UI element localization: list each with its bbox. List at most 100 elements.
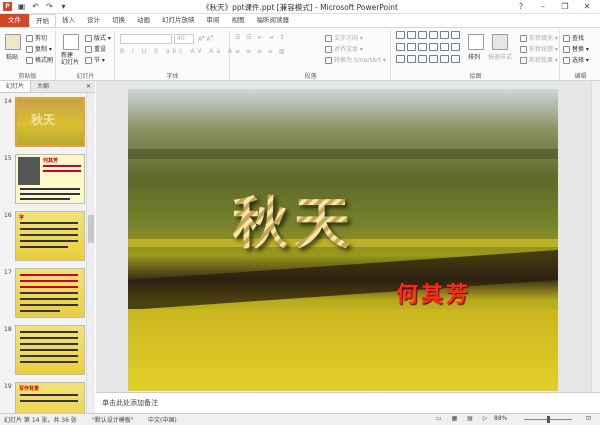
cut-button[interactable]: 剪切 bbox=[26, 33, 47, 42]
arrange-icon[interactable] bbox=[468, 34, 484, 50]
outline-icon bbox=[520, 46, 527, 53]
search-icon bbox=[563, 35, 570, 42]
tab-home[interactable]: 开始 bbox=[29, 14, 56, 27]
tab-design[interactable]: 设计 bbox=[81, 14, 106, 27]
tab-animations[interactable]: 动画 bbox=[131, 14, 156, 27]
slide-thumbnail-list: 14 秋天 15 何其芳 16 字 17 18 19 写作背景 bbox=[0, 93, 86, 413]
shapes-gallery[interactable] bbox=[396, 31, 462, 65]
shape-effects-button[interactable]: 形状效果 ▾ bbox=[520, 55, 558, 64]
tab-foxit-reader[interactable]: 福昕阅读器 bbox=[251, 14, 296, 27]
zoom-slider-thumb[interactable] bbox=[547, 416, 550, 423]
slide-counter: 幻灯片 第 14 张，共 36 张 bbox=[4, 417, 77, 424]
text-direction-icon bbox=[325, 35, 332, 42]
editor-scrollbar[interactable] bbox=[591, 81, 600, 392]
strikethrough-button[interactable]: abc bbox=[166, 48, 186, 55]
shadow-button[interactable]: S bbox=[154, 48, 161, 55]
panel-scrollbar[interactable] bbox=[86, 93, 95, 413]
paragraph-group: ☰ ☰ ⇤ ⇥ ↕ ≡ ≡ ≡ ≡ ▥ 文字方向 ▾ 对齐文本 ▾ 转换为 Sm… bbox=[231, 30, 391, 80]
slides-label: 幻灯片 bbox=[76, 73, 95, 80]
case-button[interactable]: Aa bbox=[209, 48, 223, 55]
editing-label: 编辑 bbox=[574, 73, 587, 80]
new-slide-button[interactable]: 新建 幻灯片 bbox=[61, 52, 79, 66]
select-button[interactable]: 选择 ▾ bbox=[563, 55, 589, 64]
font-name-input[interactable] bbox=[120, 34, 172, 44]
paragraph-label: 段落 bbox=[304, 73, 317, 80]
layout-button[interactable]: 版式 ▾ bbox=[85, 33, 111, 42]
tab-slideshow[interactable]: 幻灯片放映 bbox=[156, 14, 201, 27]
new-slide-icon[interactable] bbox=[63, 34, 79, 50]
help-button[interactable]: ? bbox=[510, 0, 532, 13]
status-bar: 幻灯片 第 14 张，共 36 张 "默认设计模板" 中文(中国) ▭ ▦ ▤ … bbox=[0, 413, 600, 425]
close-button[interactable]: ✕ bbox=[576, 0, 598, 13]
slide-author[interactable]: 何其芳 bbox=[396, 277, 471, 309]
grow-font-button[interactable]: A▴ A▾ bbox=[198, 34, 213, 43]
text-direction-button[interactable]: 文字方向 ▾ bbox=[325, 33, 363, 42]
slides-group: 新建 幻灯片 版式 ▾ 重设 节 ▾ 幻灯片 bbox=[57, 30, 115, 80]
paste-button[interactable]: 粘贴 bbox=[6, 52, 18, 61]
arrange-button[interactable]: 排列 bbox=[468, 52, 480, 61]
tab-outline[interactable]: 大纲 bbox=[31, 81, 55, 92]
copy-button[interactable]: 复制 ▾ bbox=[26, 44, 52, 53]
tab-insert[interactable]: 插入 bbox=[56, 14, 81, 27]
panel-tabs: 幻灯片 大纲 ✕ bbox=[0, 81, 95, 93]
zoom-slider[interactable] bbox=[524, 416, 572, 423]
tab-transitions[interactable]: 切换 bbox=[106, 14, 131, 27]
select-icon bbox=[563, 57, 570, 64]
font-format-buttons[interactable]: B I U S abc AV Aa A bbox=[120, 48, 235, 55]
editing-group: 查找 替换 ▾ 选择 ▾ 编辑 bbox=[561, 30, 600, 80]
scrollbar-thumb[interactable] bbox=[88, 215, 94, 243]
align-text-button[interactable]: 对齐文本 ▾ bbox=[325, 44, 363, 53]
clipboard-group: 粘贴 剪切 复制 ▾ 格式刷 剪贴板 bbox=[0, 30, 56, 80]
language-status[interactable]: 中文(中国) bbox=[148, 415, 177, 424]
reset-button[interactable]: 重设 bbox=[85, 44, 106, 53]
paste-icon[interactable] bbox=[5, 34, 21, 50]
italic-button[interactable]: I bbox=[132, 48, 137, 55]
close-panel-icon[interactable]: ✕ bbox=[86, 81, 91, 93]
align-buttons[interactable]: ≡ ≡ ≡ ≡ ▥ bbox=[235, 48, 286, 55]
format-painter-button[interactable]: 格式刷 bbox=[26, 55, 53, 64]
tab-view[interactable]: 视图 bbox=[226, 14, 251, 27]
tab-file[interactable]: 文件 bbox=[0, 14, 29, 27]
notes-pane[interactable]: 单击此处添加备注 bbox=[96, 392, 600, 413]
align-text-icon bbox=[325, 46, 332, 53]
section-button[interactable]: 节 ▾ bbox=[85, 55, 105, 64]
shape-outline-button[interactable]: 形状轮廓 ▾ bbox=[520, 44, 558, 53]
font-size-input[interactable]: 40 bbox=[174, 34, 194, 44]
thumb-title: 秋天 bbox=[31, 113, 56, 127]
bold-button[interactable]: B bbox=[120, 48, 127, 55]
slide-title[interactable]: 秋天 bbox=[232, 179, 356, 260]
minimize-button[interactable]: – bbox=[532, 0, 554, 13]
font-group: 40 A▴ A▾ B I U S abc AV Aa A 字体 bbox=[116, 30, 232, 80]
zoom-level[interactable]: 88% bbox=[494, 415, 507, 422]
maximize-button[interactable]: ❐ bbox=[554, 0, 576, 13]
fit-slide-icon[interactable]: ⊡ bbox=[586, 415, 591, 422]
effects-icon bbox=[520, 57, 527, 64]
brush-icon bbox=[26, 57, 33, 64]
list-buttons[interactable]: ☰ ☰ ⇤ ⇥ ↕ bbox=[235, 34, 286, 41]
ribbon-tabs: 文件 开始 插入 设计 切换 动画 幻灯片放映 审阅 视图 福昕阅读器 bbox=[0, 14, 600, 27]
drawing-label: 绘图 bbox=[469, 73, 482, 80]
theme-name: "默认设计模板" bbox=[92, 417, 134, 424]
smartart-icon bbox=[325, 57, 332, 64]
tab-slides[interactable]: 幻灯片 bbox=[0, 81, 32, 92]
scissors-icon bbox=[26, 35, 33, 42]
notes-placeholder: 单击此处添加备注 bbox=[102, 399, 158, 407]
slide-editor: 秋天 何其芳 bbox=[96, 81, 600, 392]
ribbon: 粘贴 剪切 复制 ▾ 格式刷 剪贴板 新建 幻灯片 版式 ▾ 重设 节 ▾ 幻灯… bbox=[0, 27, 600, 81]
reset-icon bbox=[85, 46, 92, 53]
current-slide[interactable]: 秋天 何其芳 bbox=[128, 89, 558, 391]
quick-styles-icon[interactable] bbox=[492, 34, 508, 50]
smartart-button[interactable]: 转换为 SmartArt ▾ bbox=[325, 55, 386, 64]
replace-button[interactable]: 替换 ▾ bbox=[563, 44, 589, 53]
font-label: 字体 bbox=[166, 73, 179, 80]
title-bar: P ▣ ↶ ↷ ▾ 《秋天》ppt课件.ppt [兼容模式] - Microso… bbox=[0, 0, 600, 14]
view-buttons[interactable]: ▭ ▦ ▤ ▷ bbox=[436, 415, 491, 422]
underline-button[interactable]: U bbox=[142, 48, 149, 55]
find-button[interactable]: 查找 bbox=[563, 33, 584, 42]
shape-fill-button[interactable]: 形状填充 ▾ bbox=[520, 33, 558, 42]
section-icon bbox=[85, 57, 92, 64]
spacing-button[interactable]: AV bbox=[191, 48, 205, 55]
tab-review[interactable]: 审阅 bbox=[201, 14, 226, 27]
copy-icon bbox=[26, 46, 33, 53]
quick-styles-button[interactable]: 快速样式 bbox=[488, 52, 512, 61]
